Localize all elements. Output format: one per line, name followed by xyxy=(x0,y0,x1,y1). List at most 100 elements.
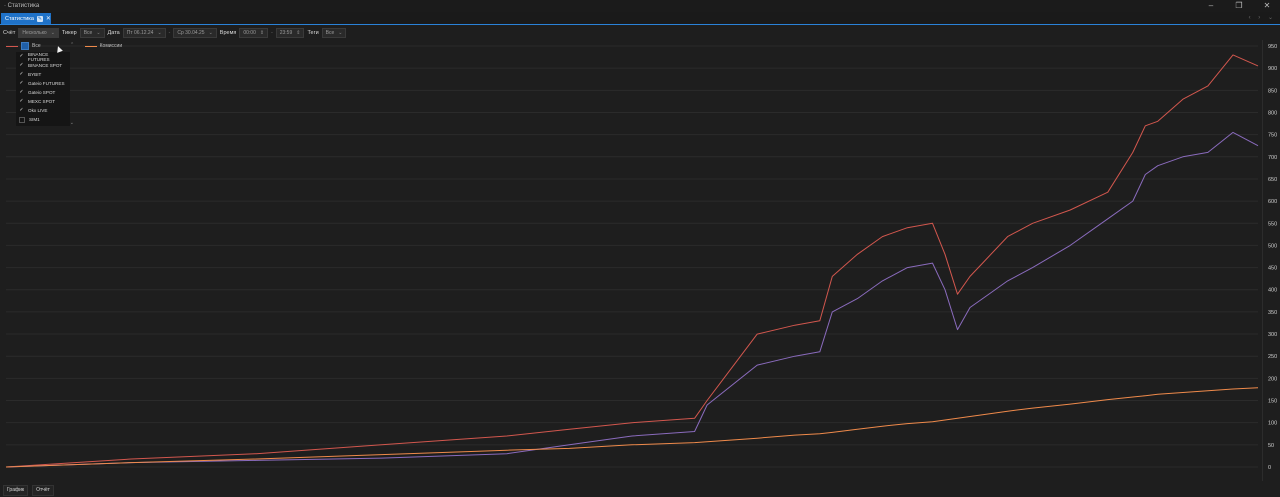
tab-report[interactable]: Отчёт xyxy=(32,484,54,496)
date-from-value: Пт 06.12.24 xyxy=(126,30,154,36)
y-tick-label: 50 xyxy=(1268,443,1274,449)
checkbox-unchecked[interactable] xyxy=(19,116,25,123)
account-option[interactable]: ✓ BINANCE FUTURES xyxy=(16,52,70,62)
y-tick-label: 250 xyxy=(1268,354,1277,360)
tab-chart[interactable]: График xyxy=(3,484,29,496)
chart-legend: Все Комиссии xyxy=(6,42,122,50)
time-from-input[interactable]: 00:00 ⇕ xyxy=(239,28,269,38)
y-tick-label: 700 xyxy=(1268,155,1277,161)
ticker-select[interactable]: Все ⌄ xyxy=(79,28,105,38)
account-select-value: Несколько xyxy=(22,30,47,36)
tab-chart-label: График xyxy=(7,487,25,493)
account-option[interactable]: ✓ Gateio SPOT xyxy=(16,88,70,97)
legend-all-checkbox[interactable] xyxy=(21,42,29,50)
account-option[interactable]: ✓ BINANCE SPOT xyxy=(16,61,70,70)
y-tick-label: 500 xyxy=(1268,243,1277,249)
date-label: Дата xyxy=(107,30,120,36)
legend-commission-label: Комиссии xyxy=(99,43,123,49)
account-option-label: Gateio SPOT xyxy=(28,90,56,95)
legend-all-label: Все xyxy=(32,43,41,49)
time-to-value: 23:59 xyxy=(279,30,293,36)
check-icon[interactable]: ✓ xyxy=(19,99,24,104)
y-tick-label: 650 xyxy=(1268,177,1277,183)
account-option[interactable]: ✓ BYBIT xyxy=(16,70,70,79)
y-tick-label: 400 xyxy=(1268,288,1277,294)
account-option-label: SIM1 xyxy=(29,117,40,122)
chevron-down-icon: ⌄ xyxy=(50,30,55,36)
account-option[interactable]: ✓ Okx LIVE xyxy=(16,106,70,115)
legend-all-swatch xyxy=(6,45,18,47)
chart-area[interactable]: 0 50 100 150 200 250 300 350 400 450 500 550 600 650 7… xyxy=(0,40,1280,481)
close-icon[interactable]: ✕ xyxy=(1260,1,1274,11)
minimize-icon[interactable]: – xyxy=(1204,1,1218,11)
tags-select-value: Все xyxy=(325,30,335,36)
check-icon[interactable]: ✓ xyxy=(19,90,24,95)
equity-chart[interactable]: 0 50 100 150 200 250 300 350 400 450 500 550 600 650 7… xyxy=(0,40,1280,481)
y-tick-label: 350 xyxy=(1268,310,1277,316)
time-to-input[interactable]: 23:59 ⇕ xyxy=(275,28,305,38)
y-tick-label: 600 xyxy=(1268,199,1277,205)
restore-icon[interactable]: ❐ xyxy=(1232,1,1246,11)
edit-icon[interactable]: ✎ xyxy=(36,15,43,22)
ticker-label: Тикер xyxy=(61,30,77,36)
tab-report-label: Отчёт xyxy=(36,487,50,493)
y-tick-label: 550 xyxy=(1268,221,1277,227)
check-icon[interactable]: ✓ xyxy=(19,108,24,113)
bottom-tabs: График Отчёт xyxy=(0,483,1280,497)
legend-commission[interactable]: Комиссии xyxy=(84,43,123,49)
series-line-1 xyxy=(5,131,1259,468)
tab-bar: Статистика ✎ ✕ ‹ › ⌄ xyxy=(0,12,1280,25)
tab-statistics-label: Статистика xyxy=(5,15,34,22)
y-tick-label: 950 xyxy=(1268,44,1277,50)
y-tick-label: 750 xyxy=(1268,133,1277,139)
y-tick-label: 450 xyxy=(1268,266,1277,272)
date-to-value: Ср 30.04.25 xyxy=(177,30,205,36)
y-axis-divider xyxy=(1262,40,1263,481)
y-tick-label: 800 xyxy=(1268,110,1277,116)
account-option[interactable]: SIM1 xyxy=(16,115,70,124)
legend-all[interactable]: Все xyxy=(6,42,41,50)
account-option-label: BYBIT xyxy=(28,72,42,77)
y-tick-label: 900 xyxy=(1268,66,1277,72)
series-line-0 xyxy=(5,54,1259,468)
check-icon[interactable]: ✓ xyxy=(19,81,24,86)
account-option-label: MEXC SPOT xyxy=(28,99,56,104)
date-to-picker[interactable]: Ср 30.04.25 ⌄ xyxy=(173,28,217,38)
account-option-label: Gateio FUTURES xyxy=(28,81,65,86)
time-label: Время xyxy=(219,30,237,36)
chevron-down-icon: ⌄ xyxy=(338,30,343,36)
check-icon[interactable]: ✓ xyxy=(19,72,24,77)
y-tick-label: 300 xyxy=(1268,332,1277,338)
y-tick-label: 850 xyxy=(1268,88,1277,94)
ticker-select-value: Все xyxy=(83,30,93,36)
account-select[interactable]: Несколько ⌄ xyxy=(18,28,59,38)
chevron-down-icon[interactable]: ⌄ xyxy=(70,120,74,126)
date-separator: - xyxy=(168,30,171,36)
close-tab-icon[interactable]: ✕ xyxy=(46,15,51,22)
spinner-icon[interactable]: ⇕ xyxy=(296,30,300,36)
y-tick-label: 200 xyxy=(1268,376,1277,382)
tab-menu-icon[interactable]: ‹ › ⌄ xyxy=(1249,14,1276,21)
account-dropdown: ✓ BINANCE FUTURES ✓ BINANCE SPOT ✓ BYBIT ✓ G… xyxy=(16,52,74,126)
y-tick-label: 150 xyxy=(1268,399,1277,405)
window-controls: – ❐ ✕ xyxy=(1204,1,1274,11)
date-from-picker[interactable]: Пт 06.12.24 ⌄ xyxy=(122,28,166,38)
y-tick-label: 100 xyxy=(1268,421,1277,427)
check-icon[interactable]: ✓ xyxy=(19,63,24,68)
account-label: Счёт xyxy=(3,30,16,36)
tags-label: Теги xyxy=(307,30,319,36)
y-tick-label: 0 xyxy=(1268,465,1271,471)
account-option[interactable]: ✓ Gateio FUTURES xyxy=(16,79,70,88)
check-icon[interactable]: ✓ xyxy=(19,54,24,59)
chevron-down-icon: ⌄ xyxy=(208,30,213,36)
chevron-up-icon[interactable]: ⌃ xyxy=(70,42,74,48)
spinner-icon[interactable]: ⇕ xyxy=(260,30,264,36)
title-bar: · Статистика – ❐ ✕ xyxy=(0,0,1280,12)
legend-commission-swatch xyxy=(84,45,97,47)
chevron-down-icon: ⌄ xyxy=(157,30,162,36)
tags-select[interactable]: Все ⌄ xyxy=(321,28,347,38)
tab-statistics[interactable]: Статистика ✎ ✕ xyxy=(1,13,51,24)
account-option[interactable]: ✓ MEXC SPOT xyxy=(16,97,70,106)
time-separator: - xyxy=(271,30,273,36)
time-from-value: 00:00 xyxy=(243,30,256,36)
